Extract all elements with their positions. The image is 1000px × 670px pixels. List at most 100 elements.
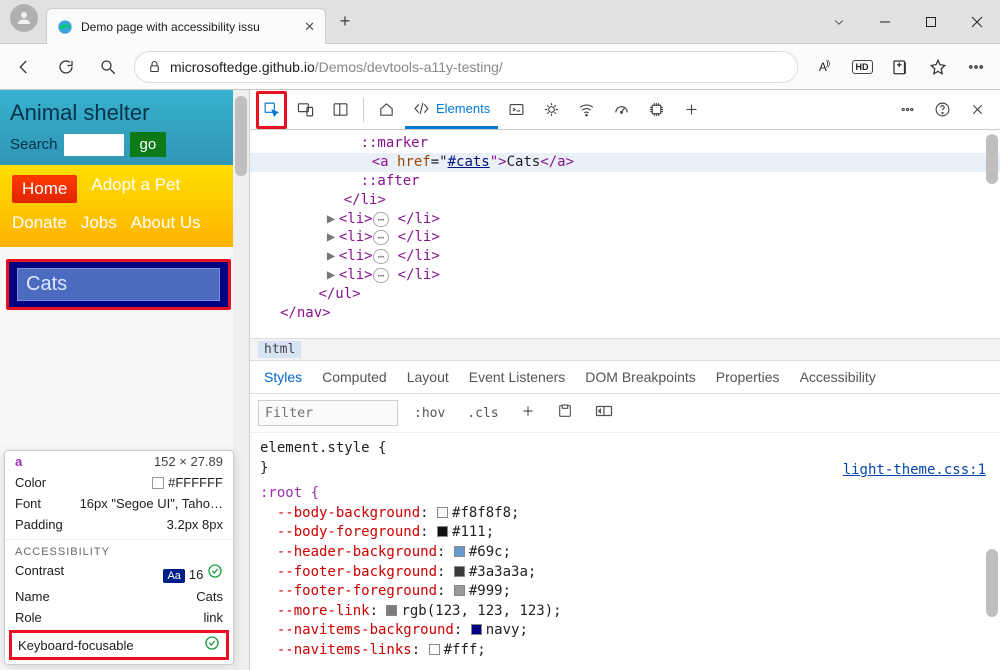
sidebar-item-cats[interactable]: Cats (17, 268, 220, 301)
tab-dom-breakpoints[interactable]: DOM Breakpoints (585, 369, 695, 385)
back-button[interactable] (8, 51, 40, 83)
device-toggle-button[interactable] (289, 91, 322, 129)
read-aloud-button[interactable]: A)) (808, 51, 840, 83)
styles-filter-input[interactable] (258, 400, 398, 426)
page-title: Animal shelter (10, 100, 223, 126)
css-declaration[interactable]: --navitems-links: #fff; (260, 641, 990, 661)
cls-button[interactable]: .cls (461, 404, 504, 423)
css-declaration[interactable]: --header-background: #69c; (260, 543, 990, 563)
performance-tab[interactable] (605, 91, 638, 129)
css-declaration[interactable]: --body-foreground: #111; (260, 523, 990, 543)
page-pane: Animal shelter Search go Home Adopt a Pe… (0, 90, 250, 670)
styles-tabs: Styles Computed Layout Event Listeners D… (250, 361, 1000, 394)
tab-computed[interactable]: Computed (322, 369, 387, 385)
window-controls (816, 0, 1000, 43)
flex-editor-button[interactable] (551, 401, 579, 425)
keyboard-focusable-row: Keyboard-focusable (9, 630, 229, 660)
search-button[interactable] (92, 51, 124, 83)
new-style-button[interactable] (515, 402, 541, 424)
go-button[interactable]: go (130, 132, 167, 157)
add-tab-button[interactable] (675, 91, 708, 129)
tooltip-name-value: Cats (196, 589, 223, 604)
tooltip-font-label: Font (15, 496, 41, 511)
browser-tab[interactable]: Demo page with accessibility issu ✕ (46, 8, 326, 44)
styles-scrollbar[interactable] (986, 549, 998, 617)
close-tab-icon[interactable]: ✕ (304, 19, 315, 35)
check-icon (207, 566, 223, 583)
inspect-element-button[interactable] (256, 91, 287, 129)
css-declaration[interactable]: --body-background: #f8f8f8; (260, 504, 990, 524)
tooltip-color-value: #FFFFFF (168, 475, 223, 490)
search-input[interactable] (64, 134, 124, 156)
hd-button[interactable]: HD (846, 51, 878, 83)
source-link[interactable]: light-theme.css:1 (843, 461, 986, 481)
tooltip-color-label: Color (15, 475, 46, 490)
console-tab[interactable] (500, 91, 533, 129)
tooltip-kf-label: Keyboard-focusable (18, 638, 134, 653)
memory-tab[interactable] (640, 91, 673, 129)
tooltip-a11y-heading: ACCESSIBILITY (5, 539, 233, 560)
address-bar[interactable]: microsoftedge.github.io/Demos/devtools-a… (134, 51, 798, 83)
tooltip-contrast-label: Contrast (15, 563, 64, 583)
nav-home[interactable]: Home (12, 175, 77, 203)
tooltip-contrast-value: 16 (189, 567, 203, 582)
nav-donate[interactable]: Donate (12, 213, 67, 233)
devtools-scrollbar[interactable] (986, 134, 998, 184)
tooltip-font-value: 16px "Segoe UI", Taho… (80, 496, 223, 511)
network-tab[interactable] (570, 91, 603, 129)
elements-tab[interactable]: Elements (405, 91, 498, 129)
dom-tree[interactable]: ::marker <a href="#cats">Cats</a> ::afte… (250, 130, 1000, 338)
css-declaration[interactable]: --footer-foreground: #999; (260, 582, 990, 602)
new-tab-button[interactable]: + (330, 7, 360, 37)
nav-adopt[interactable]: Adopt a Pet (91, 175, 180, 203)
nav-jobs[interactable]: Jobs (81, 213, 117, 233)
contrast-badge: Aa (163, 569, 184, 583)
welcome-tab[interactable] (370, 91, 403, 129)
favorites-button[interactable] (922, 51, 954, 83)
tooltip-name-label: Name (15, 589, 50, 604)
titlebar: Demo page with accessibility issu ✕ + (0, 0, 1000, 44)
tab-actions-icon[interactable] (816, 6, 862, 38)
check-icon (204, 635, 220, 655)
sources-tab[interactable] (535, 91, 568, 129)
nav-about[interactable]: About Us (131, 213, 201, 233)
devtools-close-button[interactable] (961, 91, 994, 129)
tooltip-tag: a (15, 454, 22, 469)
tab-event-listeners[interactable]: Event Listeners (469, 369, 566, 385)
devtools: Elements ::marker <a href="#cats">Cats</… (250, 90, 1000, 670)
tooltip-padding-label: Padding (15, 517, 63, 532)
computed-toggle-button[interactable] (589, 402, 619, 424)
styles-pane[interactable]: element.style { } :root { light-theme.cs… (250, 433, 1000, 670)
devtools-tabs: Elements (250, 90, 1000, 130)
css-declaration[interactable]: --more-link: rgb(123, 123, 123); (260, 602, 990, 622)
tooltip-padding-value: 3.2px 8px (167, 517, 223, 532)
css-declaration[interactable]: --footer-background: #3a3a3a; (260, 563, 990, 583)
minimize-button[interactable] (862, 6, 908, 38)
edge-logo-icon (57, 19, 73, 35)
page-scrollbar[interactable] (233, 90, 249, 670)
tooltip-role-value: link (203, 610, 223, 625)
page-header: Animal shelter Search go (0, 90, 233, 165)
tab-styles[interactable]: Styles (264, 369, 302, 385)
profile-icon[interactable] (10, 4, 38, 32)
tab-accessibility[interactable]: Accessibility (800, 369, 876, 385)
search-label: Search (10, 136, 58, 153)
lock-icon (147, 59, 162, 74)
maximize-button[interactable] (908, 6, 954, 38)
css-declaration[interactable]: --navitems-background: navy; (260, 621, 990, 641)
tab-layout[interactable]: Layout (407, 369, 449, 385)
devtools-help-button[interactable] (926, 91, 959, 129)
tab-properties[interactable]: Properties (716, 369, 780, 385)
collections-button[interactable] (884, 51, 916, 83)
refresh-button[interactable] (50, 51, 82, 83)
hov-button[interactable]: :hov (408, 404, 451, 423)
url-path: /Demos/devtools-a11y-testing/ (315, 59, 503, 75)
tab-title: Demo page with accessibility issu (81, 20, 296, 34)
dom-breadcrumb[interactable]: html (250, 338, 1000, 361)
dock-button[interactable] (324, 91, 357, 129)
close-window-button[interactable] (954, 6, 1000, 38)
devtools-more-button[interactable] (891, 91, 924, 129)
dom-selected-node[interactable]: <a href="#cats">Cats</a> (250, 153, 1000, 172)
more-menu-button[interactable] (960, 51, 992, 83)
tooltip-role-label: Role (15, 610, 42, 625)
